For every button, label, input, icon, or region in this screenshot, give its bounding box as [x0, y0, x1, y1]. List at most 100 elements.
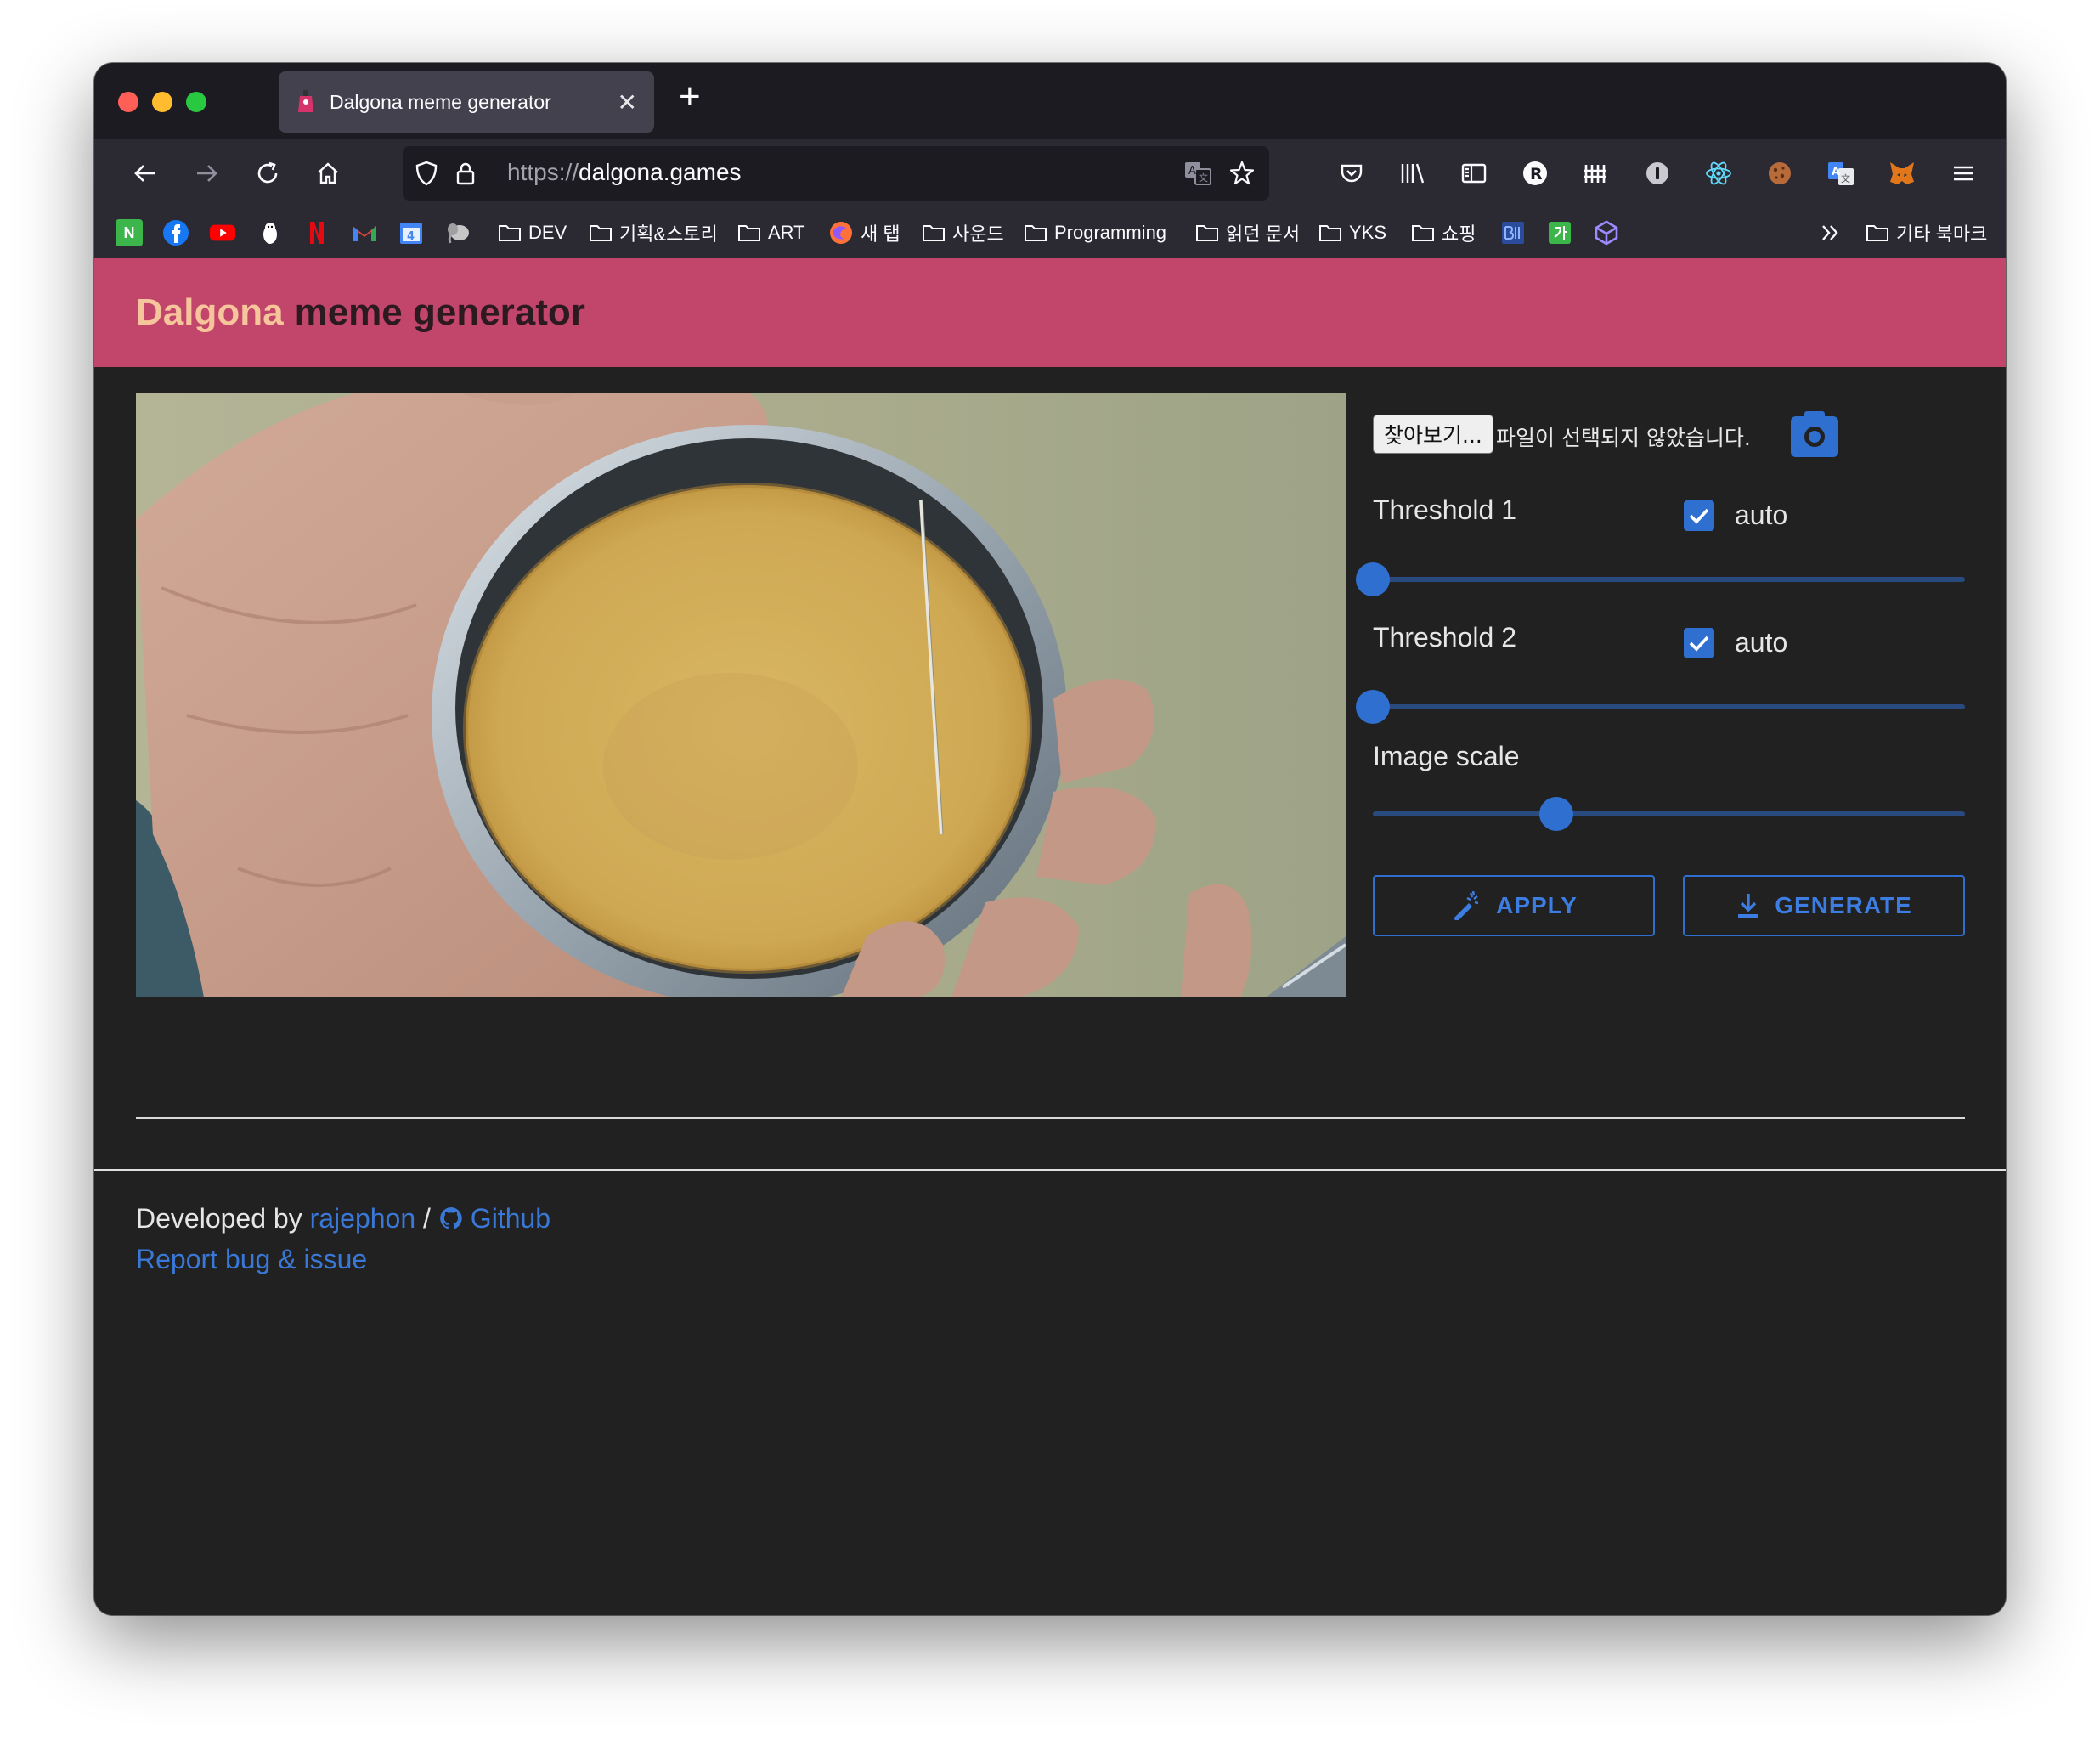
- svg-text:A: A: [1832, 166, 1840, 178]
- github-icon: [440, 1207, 462, 1229]
- bookmark-folder-reading[interactable]: 읽던 문서: [1195, 216, 1300, 250]
- bookmark-folder-planning-story[interactable]: 기획&스토리: [589, 216, 718, 250]
- bookmark-label: Programming: [1054, 222, 1167, 243]
- bookmark-folder-sound[interactable]: 사운드: [922, 216, 1004, 250]
- menu-icon[interactable]: [1941, 151, 1985, 195]
- threshold1-auto-checkbox[interactable]: [1684, 500, 1714, 531]
- extension-grid-icon[interactable]: [1574, 151, 1618, 195]
- elephant-bookmark-icon[interactable]: [445, 219, 472, 246]
- page-content: Dalgona meme generator 찾아보기... 파일이 선택되지 …: [94, 258, 2006, 1615]
- youtube-bookmark-icon[interactable]: [209, 219, 236, 246]
- gmail-bookmark-icon[interactable]: [351, 219, 378, 246]
- footer-divider: [94, 1169, 2006, 1171]
- facebook-bookmark-icon[interactable]: [162, 219, 189, 246]
- generate-button-label: GENERATE: [1775, 892, 1912, 918]
- forward-icon[interactable]: [184, 151, 229, 195]
- threshold2-slider[interactable]: [1373, 704, 1965, 709]
- apply-button-label: APPLY: [1496, 892, 1578, 918]
- zoom-window-button[interactable]: [186, 92, 206, 112]
- sidebar-icon[interactable]: [1452, 151, 1496, 195]
- new-tab-button[interactable]: +: [679, 78, 701, 116]
- image-scale-slider-thumb[interactable]: [1539, 797, 1574, 831]
- bookmark-label: 쇼핑: [1442, 223, 1476, 245]
- cube-bookmark-icon[interactable]: [1593, 219, 1620, 246]
- bookmark-folder-programming[interactable]: Programming: [1024, 216, 1166, 250]
- apply-button[interactable]: APPLY: [1373, 875, 1655, 936]
- svg-text:A: A: [1188, 165, 1196, 178]
- translate-page-icon[interactable]: A文: [1176, 151, 1220, 195]
- biz-bookmark-icon[interactable]: [1499, 219, 1527, 246]
- image-scale-label: Image scale: [1373, 741, 1520, 771]
- browser-window: Dalgona meme generator ✕ + https://dalgo: [94, 63, 2006, 1615]
- content-divider: [136, 1117, 1965, 1119]
- green-bookmark-icon[interactable]: [1546, 219, 1573, 246]
- naver-bookmark-icon[interactable]: N: [116, 219, 143, 246]
- more-bookmarks-chevron-icon[interactable]: [1817, 219, 1844, 246]
- netflix-bookmark-icon[interactable]: [303, 219, 330, 246]
- password-manager-icon[interactable]: [1635, 151, 1679, 195]
- bookmark-label: 새 탭: [861, 223, 900, 245]
- threshold1-slider-thumb[interactable]: [1356, 562, 1390, 596]
- bookmark-label: DEV: [528, 222, 567, 243]
- bookmark-folder-dev[interactable]: DEV: [498, 216, 567, 250]
- bookmark-folder-art[interactable]: ART: [737, 216, 805, 250]
- camera-icon[interactable]: [1789, 410, 1840, 459]
- threshold2-label: Threshold 2: [1373, 622, 1516, 652]
- google-translate-icon[interactable]: A文: [1819, 151, 1863, 195]
- threshold2-slider-thumb[interactable]: [1356, 690, 1390, 724]
- app-title-rest: meme generator: [294, 291, 585, 333]
- developed-by-text: Developed by: [136, 1203, 302, 1234]
- react-devtools-icon[interactable]: [1696, 151, 1741, 195]
- close-window-button[interactable]: [118, 92, 138, 112]
- minimize-window-button[interactable]: [152, 92, 172, 112]
- browse-file-button[interactable]: 찾아보기...: [1373, 415, 1493, 454]
- github-link[interactable]: Github: [438, 1198, 550, 1239]
- threshold1-slider[interactable]: [1373, 577, 1965, 582]
- svg-text:文: 文: [1841, 172, 1850, 184]
- file-status-label: 파일이 선택되지 않았습니다.: [1496, 426, 1751, 450]
- pocket-icon[interactable]: [1329, 151, 1374, 195]
- bookmark-label: 사운드: [952, 223, 1004, 245]
- author-link[interactable]: rajephon: [310, 1198, 416, 1239]
- tab-title: Dalgona meme generator: [330, 90, 551, 113]
- threshold1-label: Threshold 1: [1373, 494, 1516, 525]
- threshold2-auto-checkbox[interactable]: [1684, 628, 1714, 658]
- navigation-bar: https://dalgona.games A文 R A 文: [94, 139, 2006, 207]
- report-bug-link[interactable]: Report bug & issue: [136, 1239, 367, 1280]
- generate-button[interactable]: GENERATE: [1683, 875, 1965, 936]
- squid-game-favicon-icon: [296, 90, 316, 114]
- bookmarks-toolbar: N 4 DEV 기획&스토리 ART 새 탭 사운드 Programming 읽…: [94, 207, 2006, 258]
- lock-icon[interactable]: [443, 151, 488, 195]
- title-bar: Dalgona meme generator ✕ +: [94, 63, 2006, 139]
- extension-r-icon[interactable]: R: [1513, 151, 1557, 195]
- calendar-bookmark-icon[interactable]: 4: [398, 219, 425, 246]
- github-link-label: Github: [470, 1203, 551, 1234]
- bookmark-new-tab[interactable]: 새 탭: [828, 216, 900, 250]
- bookmark-folder-yks[interactable]: YKS: [1318, 216, 1386, 250]
- cookie-icon[interactable]: [1758, 151, 1802, 195]
- url-scheme: https://: [507, 159, 579, 185]
- bookmark-folder-shopping[interactable]: 쇼핑: [1411, 216, 1476, 250]
- controls-panel: 찾아보기... 파일이 선택되지 않았습니다. Threshold 1 auto…: [1356, 393, 1965, 987]
- metamask-fox-icon[interactable]: [1880, 151, 1924, 195]
- reload-icon[interactable]: [246, 151, 290, 195]
- download-icon: [1738, 894, 1759, 918]
- image-scale-slider[interactable]: [1373, 811, 1965, 816]
- magic-wand-icon: [1454, 891, 1479, 920]
- url-text[interactable]: https://dalgona.games: [507, 159, 742, 186]
- penguin-bookmark-icon[interactable]: [257, 219, 284, 246]
- bookmark-folder-other[interactable]: 기타 북마크: [1866, 216, 1987, 250]
- back-icon[interactable]: [123, 151, 167, 195]
- url-host: dalgona.games: [579, 159, 742, 185]
- bookmark-star-icon[interactable]: [1220, 151, 1264, 195]
- dalgona-photo: [136, 393, 1346, 997]
- app-title-brand: Dalgona: [136, 291, 284, 333]
- footer: Developed by rajephon / Github Report bu…: [136, 1198, 550, 1280]
- close-tab-icon[interactable]: ✕: [618, 88, 637, 116]
- threshold1-auto-label: auto: [1735, 500, 1788, 530]
- url-bar[interactable]: https://dalgona.games A文: [403, 146, 1269, 201]
- tab-dalgona[interactable]: Dalgona meme generator ✕: [279, 71, 654, 133]
- home-icon[interactable]: [306, 151, 350, 195]
- library-icon[interactable]: [1391, 151, 1435, 195]
- tracking-shield-icon[interactable]: [404, 151, 449, 195]
